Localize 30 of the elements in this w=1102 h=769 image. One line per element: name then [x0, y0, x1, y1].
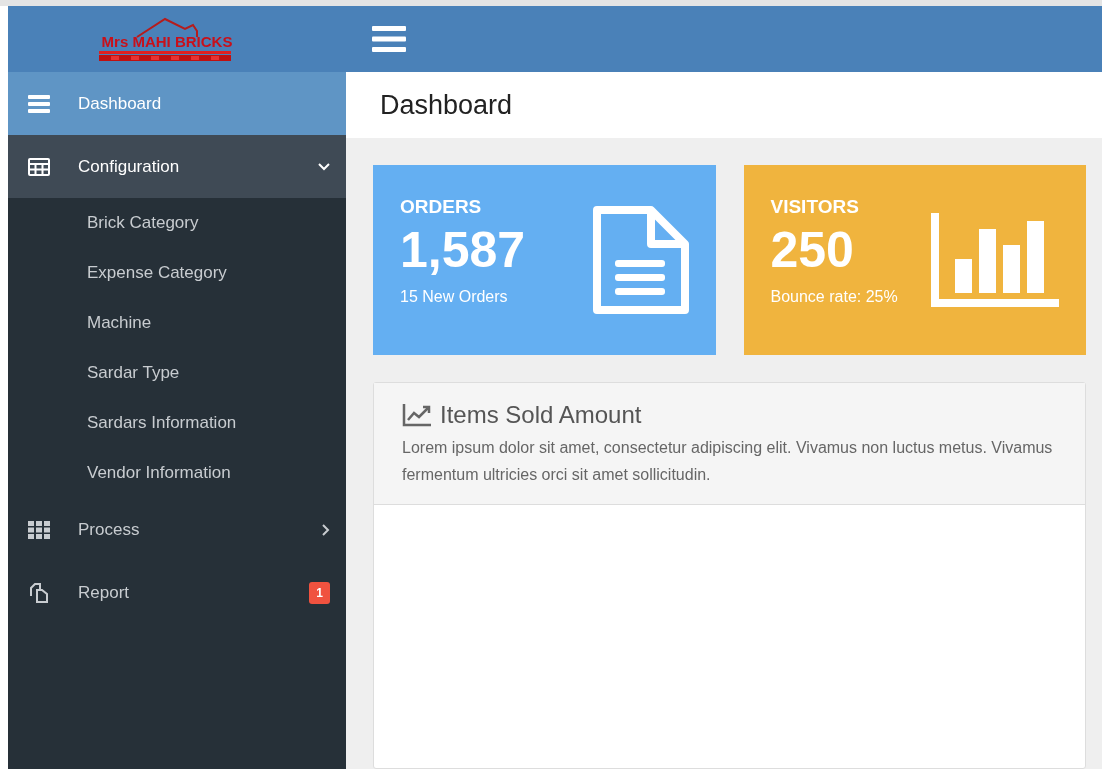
sidebar-item[interactable]: Configuration [8, 135, 346, 198]
stat-title: VISITORS [770, 195, 860, 219]
stat-title: ORDERS [400, 195, 483, 219]
submenu-item[interactable]: Machine [8, 298, 346, 348]
stat-note: Bounce rate: 25% [770, 287, 898, 307]
chevron-down-icon [318, 162, 330, 171]
sidebar-item[interactable]: Process [8, 498, 346, 561]
stat-value: 250 [770, 221, 855, 279]
panel-description: Lorem ipsum dolor sit amet, consectetur adipiscing elit. Vivamus non luctus metus. Vivamus fermentum ultricies orci sit amet sollicitudin. [402, 437, 1054, 485]
menu-icon [28, 94, 50, 113]
stat-value: 1,587 [400, 221, 526, 279]
submenu-item[interactable]: Vendor Information [8, 448, 346, 498]
menu-icon[interactable] [372, 25, 406, 53]
panel-title: Items Sold Amount [440, 401, 642, 430]
count-badge: 1 [309, 581, 330, 604]
sidebar-item[interactable]: Report 1 [8, 561, 346, 624]
submenu-item[interactable]: Brick Category [8, 198, 346, 248]
line-chart-icon [402, 403, 432, 428]
stat-note: 15 New Orders [400, 287, 509, 307]
bar-chart-icon [931, 213, 1059, 307]
submenu-item[interactable]: Expense Category [8, 248, 346, 298]
submenu-item[interactable]: Sardar Type [8, 348, 346, 398]
copy-icon [28, 582, 50, 603]
chevron-right-icon [322, 523, 330, 536]
document-icon [592, 206, 689, 314]
page-title: Dashboard [380, 88, 513, 122]
submenu-item[interactable]: Sardars Information [8, 398, 346, 448]
grid-icon [28, 520, 50, 539]
logo: Mrs MAHI BRICKS [97, 15, 237, 63]
table-icon [28, 157, 50, 176]
